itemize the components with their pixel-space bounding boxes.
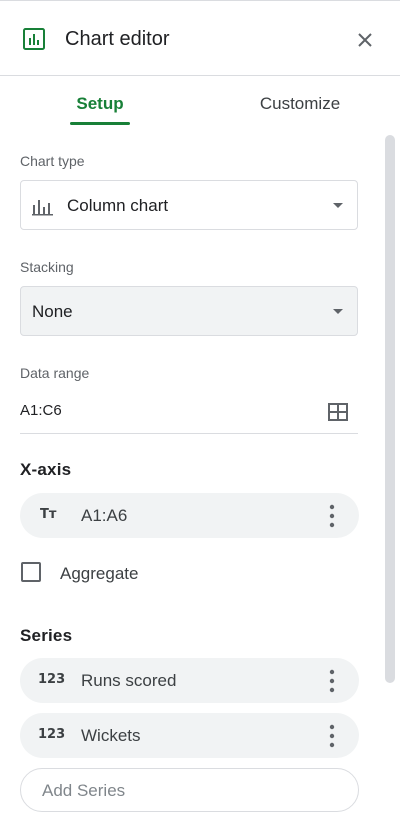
add-series-placeholder: Add Series	[42, 781, 126, 800]
scrollbar[interactable]	[385, 135, 395, 683]
data-range-input[interactable]: A1:C6	[20, 402, 62, 419]
x-axis-heading: X-axis	[20, 460, 72, 479]
aggregate-label: Aggregate	[60, 564, 139, 583]
number-type-icon: 123	[38, 672, 66, 687]
stacking-label: Stacking	[20, 259, 74, 275]
close-icon[interactable]	[353, 28, 377, 52]
active-tab-indicator	[70, 122, 130, 125]
chart-type-label: Chart type	[20, 153, 85, 169]
chart-type-value: Column chart	[67, 196, 169, 215]
series-chip-wickets[interactable]: 123 Wickets	[20, 713, 359, 758]
tab-customize[interactable]: Customize	[240, 94, 360, 114]
add-series-field[interactable]: Add Series	[20, 768, 359, 812]
series-label: Wickets	[81, 726, 141, 745]
data-range-label: Data range	[20, 365, 90, 381]
stacking-dropdown[interactable]: None	[20, 286, 358, 336]
chart-editor-header: Chart editor	[0, 4, 400, 76]
editor-tabs: Setup Customize	[0, 76, 400, 130]
series-label: Runs scored	[81, 671, 177, 690]
x-axis-range: A1:A6	[81, 506, 128, 525]
more-vert-icon[interactable]	[320, 722, 344, 750]
stacking-value: None	[32, 302, 73, 321]
data-range-underline	[20, 433, 358, 434]
grid-select-icon[interactable]	[327, 402, 349, 422]
chevron-down-icon	[333, 309, 343, 314]
series-chip-runs[interactable]: 123 Runs scored	[20, 658, 359, 703]
more-vert-icon[interactable]	[320, 667, 344, 695]
x-axis-chip[interactable]: Tт A1:A6	[20, 493, 359, 538]
series-heading: Series	[20, 626, 73, 645]
number-type-icon: 123	[38, 727, 66, 742]
panel-title: Chart editor	[65, 28, 170, 50]
column-chart-icon	[32, 200, 53, 216]
chart-type-dropdown[interactable]: Column chart	[20, 180, 358, 230]
tab-setup[interactable]: Setup	[60, 94, 140, 114]
chevron-down-icon	[333, 203, 343, 208]
chart-editor-icon	[23, 28, 45, 50]
aggregate-checkbox[interactable]	[21, 562, 41, 582]
text-type-icon: Tт	[40, 507, 57, 522]
more-vert-icon[interactable]	[320, 502, 344, 530]
